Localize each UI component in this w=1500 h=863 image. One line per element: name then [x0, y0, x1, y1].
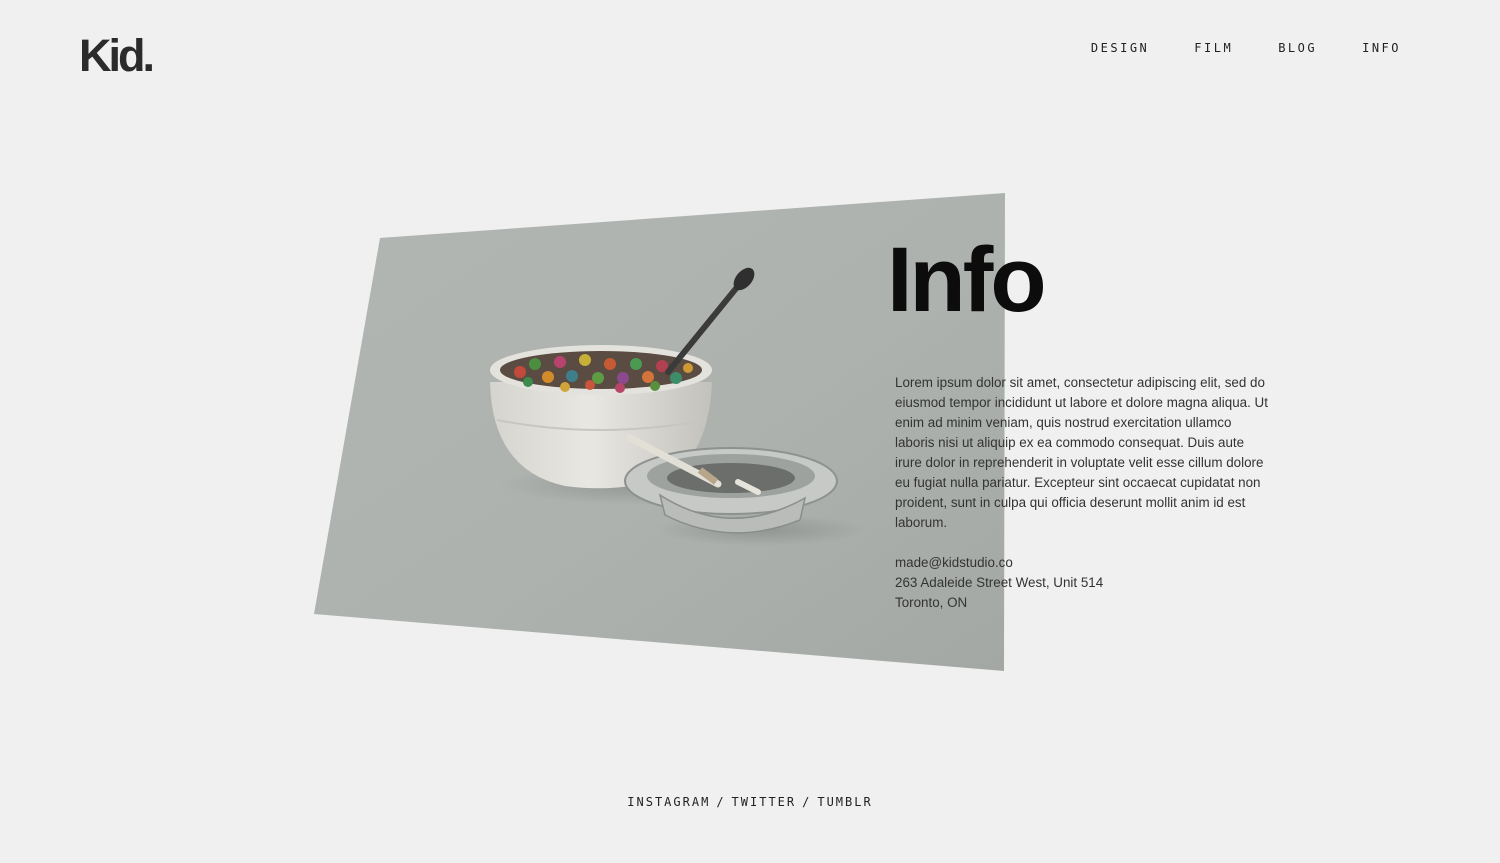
- page-title: Info: [887, 229, 1047, 331]
- instagram-link[interactable]: INSTAGRAM: [627, 795, 710, 809]
- twitter-link[interactable]: TWITTER: [732, 795, 797, 809]
- hero-photo: [314, 193, 1005, 671]
- email-link[interactable]: made@kidstudio.co: [895, 555, 1013, 570]
- separator: /: [716, 795, 726, 809]
- separator: /: [802, 795, 812, 809]
- address-line-2: Toronto, ON: [895, 595, 968, 610]
- info-body-text: Lorem ipsum dolor sit amet, consectetur …: [895, 375, 1268, 530]
- contact-block: made@kidstudio.co 263 Adaleide Street We…: [895, 553, 1103, 613]
- tumblr-link[interactable]: TUMBLR: [817, 795, 872, 809]
- social-links: INSTAGRAM / TWITTER / TUMBLR: [0, 795, 1500, 809]
- address-line-1: 263 Adaleide Street West, Unit 514: [895, 575, 1104, 590]
